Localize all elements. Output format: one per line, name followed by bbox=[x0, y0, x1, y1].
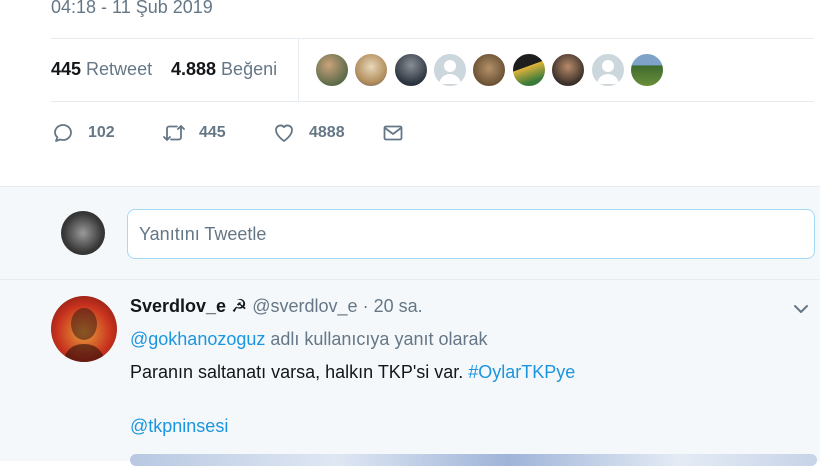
tweet-stats: 445 Retweet 4.888 Beğeni bbox=[51, 38, 814, 102]
liker-avatar[interactable] bbox=[472, 53, 506, 87]
heart-icon bbox=[275, 124, 293, 142]
liker-avatar-default[interactable] bbox=[433, 53, 467, 87]
divider bbox=[51, 101, 814, 102]
reply-body-text: Paranın saltanatı varsa, halkın TKP'si v… bbox=[130, 362, 469, 382]
envelope-icon bbox=[383, 125, 403, 141]
direct-message-button[interactable] bbox=[381, 116, 418, 150]
current-user-avatar[interactable] bbox=[61, 211, 105, 255]
reply-mention: @tkpninsesi bbox=[130, 416, 228, 437]
like-stat-label: Beğeni bbox=[221, 59, 278, 79]
tweet-timestamp[interactable]: 04:18 - 11 Şub 2019 bbox=[51, 0, 213, 18]
reply-header: Sverdlov_e ☭ @sverdlov_e · 20 sa. bbox=[130, 296, 423, 317]
liker-avatar[interactable] bbox=[394, 53, 428, 87]
reply-tweet[interactable]: Sverdlov_e ☭ @sverdlov_e · 20 sa. @gokha… bbox=[0, 280, 820, 466]
reply-author-handle[interactable]: @sverdlov_e bbox=[252, 296, 357, 316]
replying-to-user-link[interactable]: @gokhanozoguz bbox=[130, 329, 265, 349]
liker-avatar[interactable] bbox=[354, 53, 388, 87]
hashtag-link[interactable]: #OylarTKPye bbox=[468, 362, 575, 382]
like-count: 4888 bbox=[309, 124, 345, 141]
retweet-stat-count: 445 bbox=[51, 59, 82, 79]
reply-icon bbox=[54, 124, 72, 142]
like-stat-count: 4.888 bbox=[171, 59, 217, 79]
reply-text: Paranın saltanatı varsa, halkın TKP'si v… bbox=[130, 362, 575, 383]
reply-time[interactable]: · 20 sa. bbox=[363, 296, 423, 316]
liker-avatar[interactable] bbox=[315, 53, 349, 87]
tweet-actions: 102 445 4888 bbox=[51, 116, 751, 150]
liker-avatar[interactable] bbox=[630, 53, 664, 87]
reply-author-avatar[interactable] bbox=[51, 296, 117, 362]
retweet-stat-label: Retweet bbox=[86, 59, 153, 79]
replying-to: @gokhanozoguz adlı kullanıcıya yanıt ola… bbox=[130, 329, 488, 350]
like-button[interactable]: 4888 bbox=[272, 116, 345, 150]
liker-avatar-default[interactable] bbox=[591, 53, 625, 87]
retweet-button[interactable]: 445 bbox=[162, 116, 226, 150]
reply-button[interactable]: 102 bbox=[51, 116, 115, 150]
retweet-count: 445 bbox=[199, 124, 226, 141]
stats-separator bbox=[298, 38, 299, 102]
reply-input[interactable] bbox=[127, 209, 815, 259]
replying-to-suffix: adlı kullanıcıya yanıt olarak bbox=[265, 329, 488, 349]
liker-avatar[interactable] bbox=[551, 53, 585, 87]
reply-media-preview[interactable] bbox=[130, 454, 817, 466]
mention-link[interactable]: @tkpninsesi bbox=[130, 416, 228, 436]
reply-composer bbox=[0, 186, 820, 280]
retweet-icon bbox=[163, 125, 185, 141]
reply-count: 102 bbox=[88, 124, 115, 141]
tweet-detail: 04:18 - 11 Şub 2019 445 Retweet 4.888 Beğe… bbox=[0, 0, 820, 186]
chevron-down-icon[interactable] bbox=[792, 300, 810, 318]
retweet-stat[interactable]: 445 Retweet bbox=[51, 59, 152, 80]
liker-avatar[interactable] bbox=[512, 53, 546, 87]
default-profile-icon bbox=[439, 60, 461, 84]
avatar-portrait-icon bbox=[63, 308, 105, 362]
hammer-sickle-emoji: ☭ bbox=[231, 296, 248, 316]
default-profile-icon bbox=[597, 60, 619, 84]
like-stat[interactable]: 4.888 Beğeni bbox=[171, 59, 277, 80]
reply-author-name[interactable]: Sverdlov_e bbox=[130, 296, 226, 316]
